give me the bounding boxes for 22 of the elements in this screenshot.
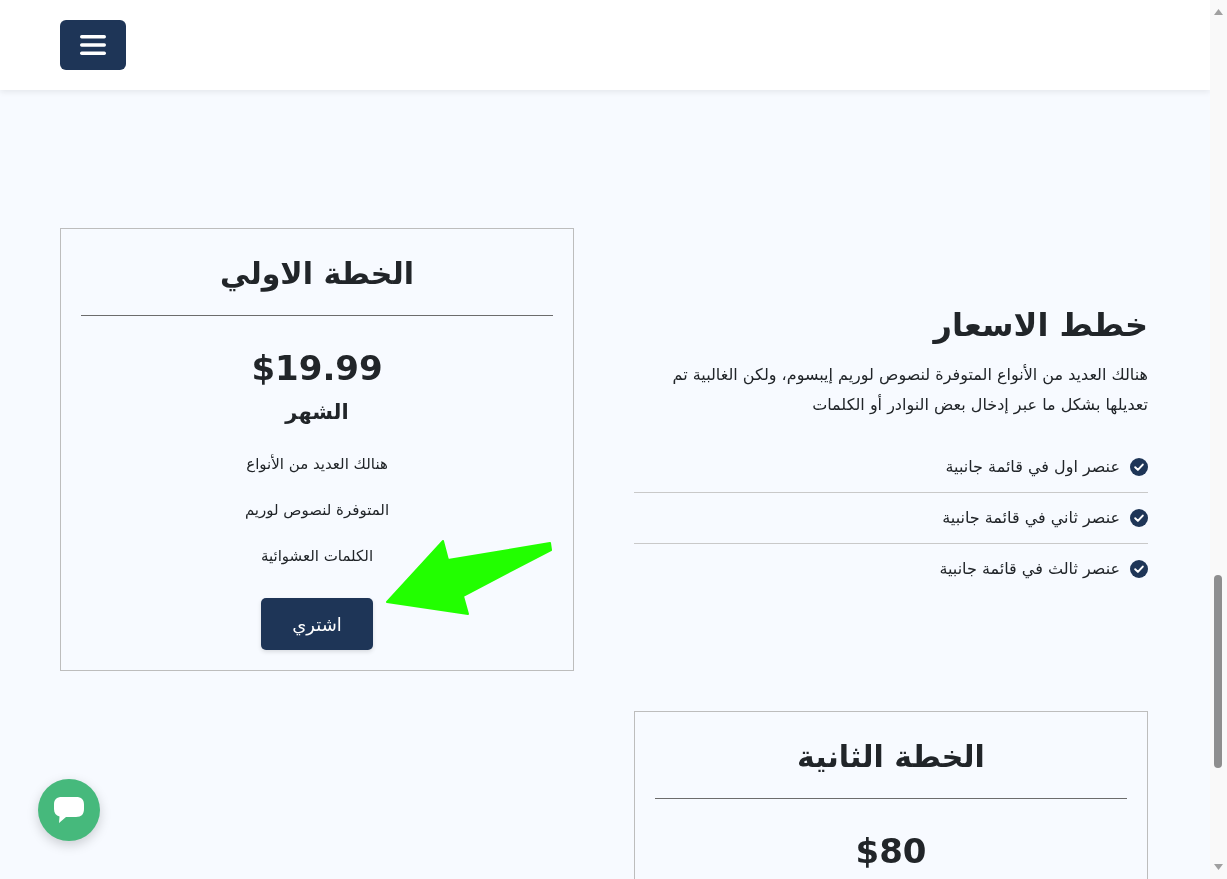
plan-price: $80 bbox=[855, 834, 927, 870]
plan-description-line: المتوفرة لنصوص لوريم bbox=[244, 500, 390, 522]
feature-item: عنصر اول في قائمة جانبية bbox=[945, 456, 1120, 479]
plan-description-line: الكلمات العشوائية bbox=[260, 546, 374, 568]
plan-price: $19.99 bbox=[251, 351, 383, 387]
feature-item: عنصر ثالث في قائمة جانبية bbox=[939, 558, 1120, 581]
plan-period: الشهر bbox=[285, 398, 349, 426]
section-title: خطط الاسعار bbox=[931, 304, 1148, 346]
scrollbar[interactable] bbox=[1210, 0, 1227, 879]
check-circle-icon bbox=[1130, 509, 1148, 528]
menu-icon bbox=[80, 34, 106, 56]
feature-item: عنصر ثاني في قائمة جانبية bbox=[942, 507, 1120, 530]
check-circle-icon bbox=[1130, 458, 1148, 477]
plan-title: الخطة الاولي bbox=[220, 255, 414, 294]
check-circle-icon bbox=[1130, 560, 1148, 579]
chat-button[interactable] bbox=[38, 779, 100, 841]
speech-bubble-icon bbox=[53, 794, 85, 826]
plan-description-line: هنالك العديد من الأنواع bbox=[246, 453, 388, 476]
menu-button[interactable] bbox=[60, 20, 126, 70]
plan-title: الخطة الثانية bbox=[797, 738, 985, 777]
buy-button[interactable]: اشتري bbox=[261, 598, 373, 651]
section-description: هنالك العديد من الأنواع المتوفرة لنصوص لوريم إيبسوم، ولكن الغالبية تم تعديلها بشكل ما عبر إدخال بعض النوادر أو الكلمات bbox=[671, 363, 1148, 417]
